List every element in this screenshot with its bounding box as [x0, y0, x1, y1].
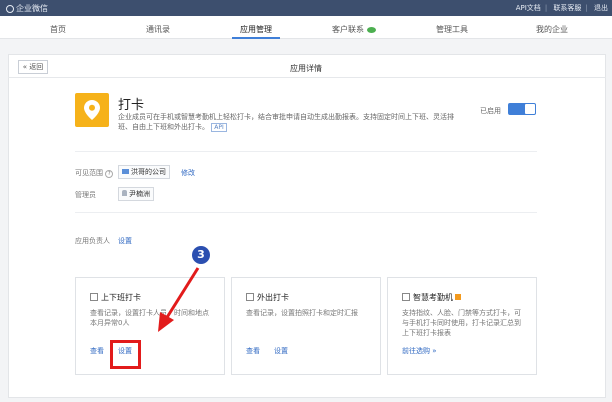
view-link[interactable]: 查看: [90, 346, 104, 356]
camera-icon: [246, 293, 254, 301]
new-badge: [455, 294, 461, 300]
toggle-knob: [525, 104, 535, 114]
app-title: 企业微信: [16, 4, 48, 13]
status-label: 已启用: [480, 107, 501, 115]
admin-label: 管理员: [75, 191, 96, 199]
api-tag[interactable]: API: [211, 123, 227, 132]
nav-my-company[interactable]: 我的企业: [536, 24, 568, 35]
header-divider: [8, 77, 606, 78]
person-icon: [122, 190, 127, 196]
contact-support-link[interactable]: 联系客服: [553, 4, 581, 12]
nav-contacts[interactable]: 通讯录: [146, 24, 170, 35]
logout-link[interactable]: 退出: [594, 4, 608, 12]
back-button[interactable]: « 返回: [18, 60, 48, 74]
nav-app-management[interactable]: 应用管理: [240, 24, 272, 35]
admin-chip[interactable]: 尹楠洲: [118, 187, 154, 201]
owner-settings-link[interactable]: 设置: [118, 236, 132, 246]
settings-link[interactable]: 设置: [274, 346, 288, 356]
active-tab-indicator: [232, 37, 280, 39]
help-icon[interactable]: ?: [105, 170, 114, 178]
card-title: 智慧考勤机: [402, 292, 461, 303]
brand[interactable]: 企业微信: [6, 3, 48, 14]
app-icon: [75, 93, 109, 127]
clock-in-icon: [90, 293, 98, 301]
edit-range-link[interactable]: 修改: [181, 168, 195, 178]
card-description: 查看记录，设置拍照打卡和定时汇报: [246, 309, 358, 317]
nav-home[interactable]: 首页: [50, 24, 66, 35]
org-chip[interactable]: 洪哥的公司: [118, 165, 170, 179]
view-link[interactable]: 查看: [246, 346, 260, 356]
location-pin-icon: [84, 100, 100, 120]
card-commute-checkin: 上下班打卡 查看记录，设置打卡人员、时间和地点 本月异常0人 查看 设置: [75, 277, 225, 375]
nav-customer-contact[interactable]: 客户联系: [332, 24, 376, 35]
enable-toggle[interactable]: [508, 103, 536, 115]
api-doc-link[interactable]: API文档: [516, 4, 541, 12]
app-description: 企业成员可在手机或智慧考勤机上轻松打卡，结合审批申请自动生成出勤报表。支持固定时…: [118, 113, 454, 132]
divider: [75, 151, 537, 152]
app-name: 打卡: [118, 98, 145, 113]
card-description: 支持指纹、人脸、门禁等方式打卡，可与手机打卡同时使用，打卡记录汇总到上下班打卡报…: [402, 309, 521, 337]
top-bar: 企业微信 API文档 | 联系客服 | 退出: [0, 0, 612, 16]
visible-range-label: 可见范围 ?: [75, 168, 114, 178]
buy-link[interactable]: 前往选购 »: [402, 346, 437, 356]
nav-admin-tools[interactable]: 管理工具: [436, 24, 468, 35]
card-title: 上下班打卡: [90, 292, 141, 303]
card-description: 查看记录，设置打卡人员、时间和地点 本月异常0人: [90, 309, 209, 327]
top-links: API文档 | 联系客服 | 退出: [515, 4, 608, 12]
main-nav: 首页 通讯录 应用管理 客户联系 管理工具 我的企业: [0, 16, 612, 39]
highlight-box: [110, 340, 141, 369]
step-badge: 3: [192, 246, 210, 264]
owner-label: 应用负责人: [75, 237, 110, 245]
wechat-icon: [367, 27, 376, 33]
wecom-logo-icon: [6, 5, 14, 13]
folder-icon: [122, 169, 129, 174]
card-title: 外出打卡: [246, 292, 289, 303]
card-smart-attendance: 智慧考勤机 支持指纹、人脸、门禁等方式打卡，可与手机打卡同时使用，打卡记录汇总到…: [387, 277, 537, 375]
device-icon: [402, 293, 410, 301]
card-outside-checkin: 外出打卡 查看记录，设置拍照打卡和定时汇报 查看 设置: [231, 277, 381, 375]
page-title: 应用详情: [290, 64, 322, 73]
divider: [75, 212, 537, 213]
